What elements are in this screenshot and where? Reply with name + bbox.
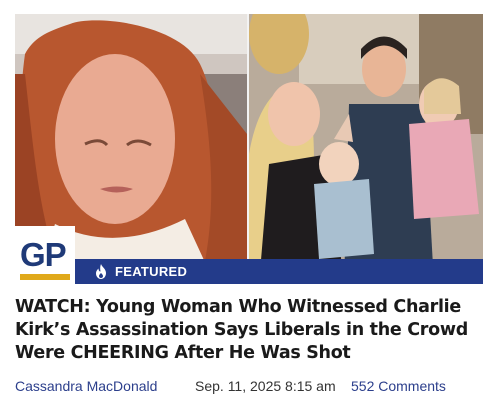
gp-logo[interactable]: GP [15,226,75,284]
comments-link[interactable]: 552 Comments [351,378,446,394]
article-card[interactable]: GP FEATURED [15,14,483,284]
article-image[interactable]: GP FEATURED [15,14,483,284]
gp-logo-bar [20,274,70,280]
image-divider [247,14,249,284]
author-link[interactable]: Cassandra MacDonald [15,378,157,394]
featured-bar: FEATURED [75,259,483,284]
article-title[interactable]: WATCH: Young Woman Who Witnessed Charlie… [15,296,485,365]
featured-label: FEATURED [115,264,188,279]
photo-family [249,14,483,284]
gp-logo-text: GP [20,236,67,273]
publish-date: Sep. 11, 2025 8:15 am [195,378,336,394]
flame-icon [96,264,106,279]
